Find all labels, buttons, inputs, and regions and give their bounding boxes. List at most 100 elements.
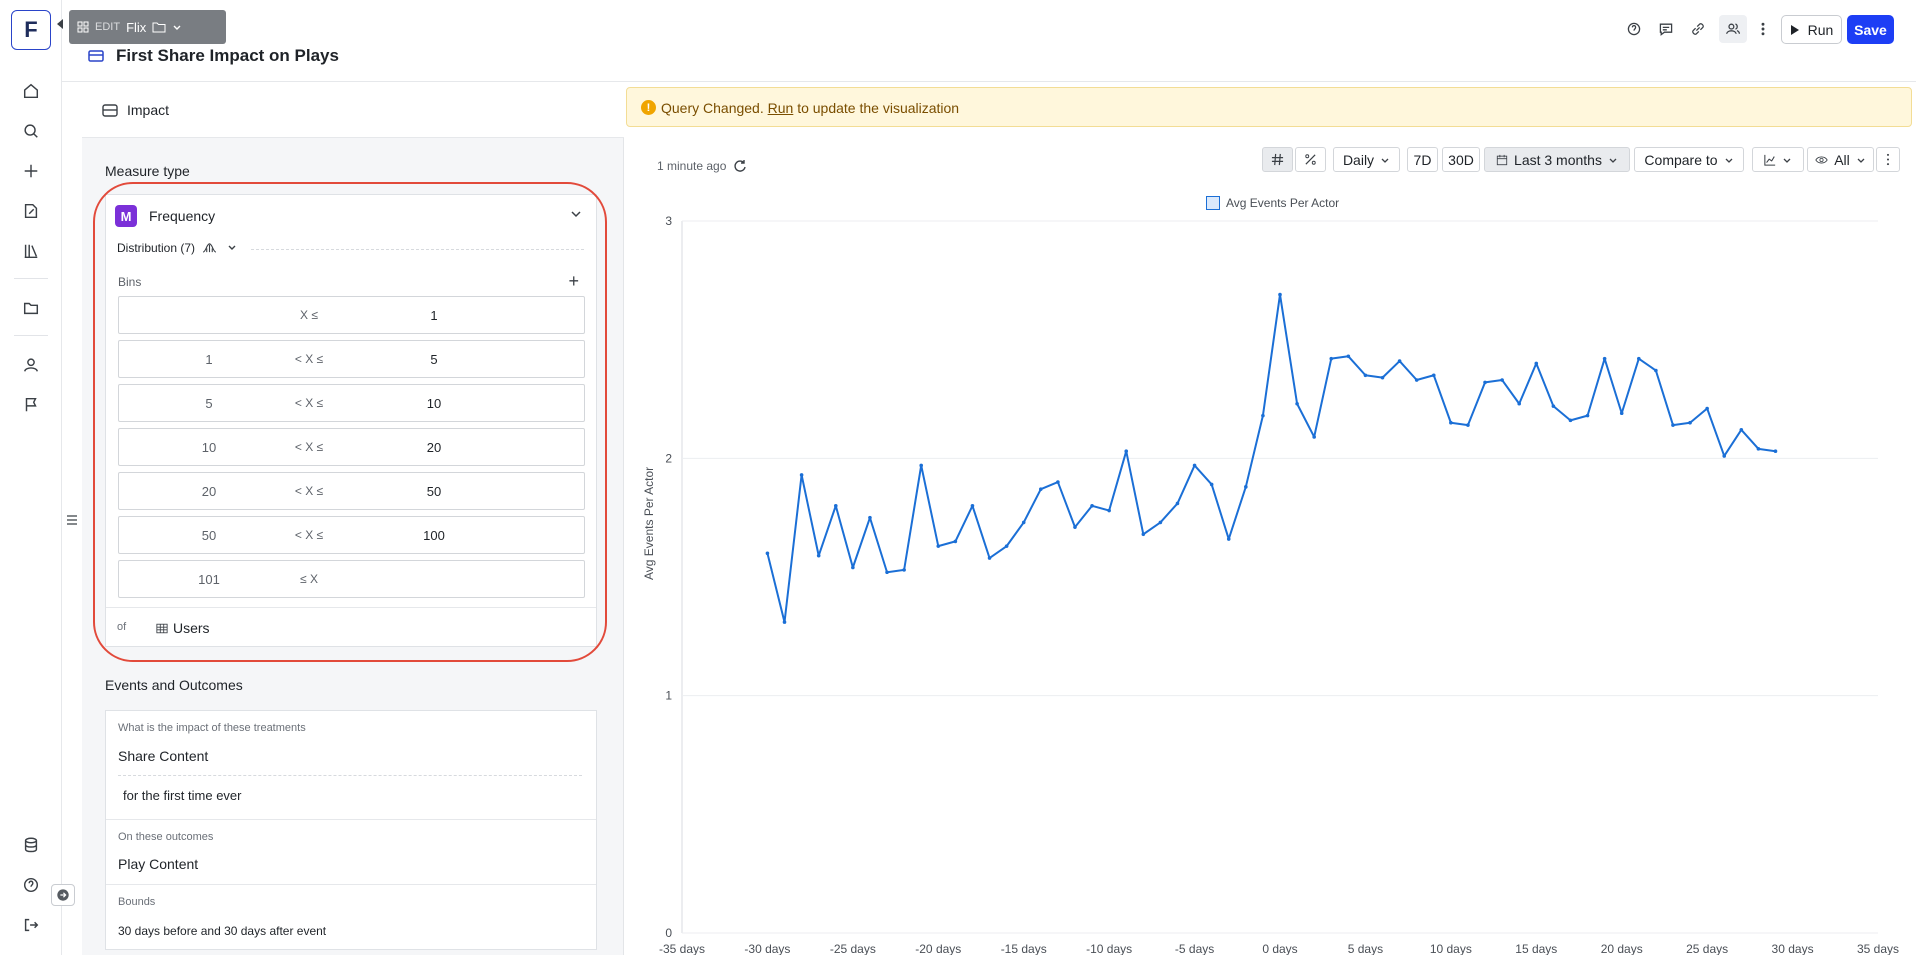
folder-icon[interactable] <box>19 296 43 320</box>
treatment-event[interactable]: Share Content <box>118 748 208 764</box>
data-point <box>1141 532 1146 537</box>
expand-sidebar-button[interactable] <box>51 884 75 906</box>
data-point <box>1192 463 1197 468</box>
user-icon[interactable] <box>19 353 43 377</box>
data-point <box>1722 454 1727 458</box>
data-point <box>1244 485 1248 489</box>
x-tick-label: -35 days <box>659 942 705 955</box>
home-icon[interactable] <box>19 79 43 103</box>
tab-impact-label: Impact <box>127 102 170 118</box>
data-point <box>1056 480 1060 484</box>
number-format-button[interactable] <box>1262 147 1293 172</box>
x-tick-label: 25 days <box>1686 942 1728 955</box>
percent-format-button[interactable] <box>1295 147 1326 172</box>
help-icon[interactable] <box>19 873 43 897</box>
edit-document-icon[interactable] <box>19 199 43 223</box>
help-icon[interactable] <box>1623 18 1645 40</box>
x-tick-label: 0 days <box>1262 942 1297 955</box>
treatment-qualifier[interactable]: for the first time ever <box>123 788 241 803</box>
data-point <box>902 568 906 572</box>
data-point <box>936 544 941 548</box>
table-icon <box>88 50 104 62</box>
collapse-arrow-icon[interactable] <box>55 17 65 31</box>
data-point <box>1090 504 1094 508</box>
x-tick-label: -20 days <box>915 942 961 955</box>
compare-to-select[interactable]: Compare to <box>1634 147 1744 172</box>
data-point <box>1004 544 1009 548</box>
run-button[interactable]: Run <box>1781 15 1842 44</box>
data-point <box>1619 411 1624 416</box>
folder-icon <box>152 22 166 33</box>
granularity-label: Daily <box>1342 151 1375 168</box>
bounds-value[interactable]: 30 days before and 30 days after event <box>118 924 326 938</box>
comment-icon[interactable] <box>1655 18 1677 40</box>
data-point <box>816 553 821 558</box>
percent-icon <box>1305 154 1316 165</box>
save-button[interactable]: Save <box>1847 15 1894 44</box>
data-point <box>1637 356 1641 361</box>
data-point <box>1158 520 1163 525</box>
data-point <box>1449 420 1453 425</box>
top-bar <box>62 0 1916 82</box>
y-tick-label: 2 <box>665 451 672 465</box>
date-range-label: Last 3 months <box>1514 151 1602 168</box>
chevron-down-icon <box>173 25 181 30</box>
outline-toggle-icon[interactable] <box>66 513 78 525</box>
line-chart: 0 1 2 3 -35 days -30 days -25 days -20 days -15 … <box>659 214 1899 955</box>
chart-more-button[interactable] <box>1876 147 1900 172</box>
x-tick-label: 35 days <box>1857 942 1899 955</box>
range-7d-button[interactable]: 7D <box>1407 147 1438 172</box>
data-point <box>1688 420 1692 425</box>
banner-run-link[interactable]: Run <box>768 100 794 116</box>
data-point <box>1124 449 1129 454</box>
x-tick-label: 20 days <box>1601 942 1643 955</box>
sidebar-divider <box>14 278 48 279</box>
data-point <box>851 565 855 570</box>
link-icon[interactable] <box>1687 18 1709 40</box>
data-point <box>1226 537 1231 541</box>
data-point <box>1773 449 1778 454</box>
data-point <box>1551 404 1556 408</box>
data-point <box>970 504 975 508</box>
share-users-icon[interactable] <box>1719 15 1747 43</box>
library-icon[interactable] <box>19 239 43 263</box>
outcome-event[interactable]: Play Content <box>118 856 198 872</box>
chart-type-select[interactable] <box>1752 147 1804 172</box>
data-point <box>1602 356 1607 361</box>
warning-icon: ! <box>641 100 656 115</box>
y-tick-label: 1 <box>665 689 672 703</box>
grid-icon <box>77 21 89 33</box>
flag-icon[interactable] <box>19 393 43 417</box>
bounds-caption: Bounds <box>118 896 156 908</box>
workspace-chip[interactable]: EDIT Flix <box>69 10 226 44</box>
date-range-select[interactable]: Last 3 months <box>1484 147 1630 172</box>
sidebar-divider <box>14 335 48 336</box>
visibility-select[interactable]: All <box>1807 147 1874 172</box>
data-point <box>1073 525 1077 529</box>
hash-icon <box>1271 153 1284 166</box>
x-tick-label: -30 days <box>744 942 790 955</box>
more-vertical-icon[interactable] <box>1752 18 1774 40</box>
logout-icon[interactable] <box>19 913 43 937</box>
divider <box>106 884 596 885</box>
range-30d-button[interactable]: 30D <box>1442 147 1480 172</box>
tab-impact[interactable]: Impact <box>82 82 624 138</box>
page-title[interactable]: First Share Impact on Plays <box>116 46 339 66</box>
search-icon[interactable] <box>19 119 43 143</box>
edit-badge: EDIT <box>95 21 121 33</box>
data-point <box>1517 401 1521 406</box>
x-tick-label: -15 days <box>1001 942 1047 955</box>
banner-prefix: Query Changed. <box>661 100 768 116</box>
data-point <box>1671 423 1675 427</box>
app-logo[interactable]: F <box>11 10 51 50</box>
calendar-icon <box>1496 154 1508 165</box>
play-icon <box>1790 24 1799 35</box>
data-point <box>1329 356 1334 361</box>
database-icon[interactable] <box>19 833 43 857</box>
compare-label: Compare to <box>1644 151 1718 168</box>
data-point <box>1209 482 1214 487</box>
plus-icon[interactable] <box>19 159 43 183</box>
granularity-select[interactable]: Daily <box>1333 147 1400 172</box>
refresh-icon[interactable] <box>732 158 748 174</box>
data-point <box>1278 292 1282 297</box>
